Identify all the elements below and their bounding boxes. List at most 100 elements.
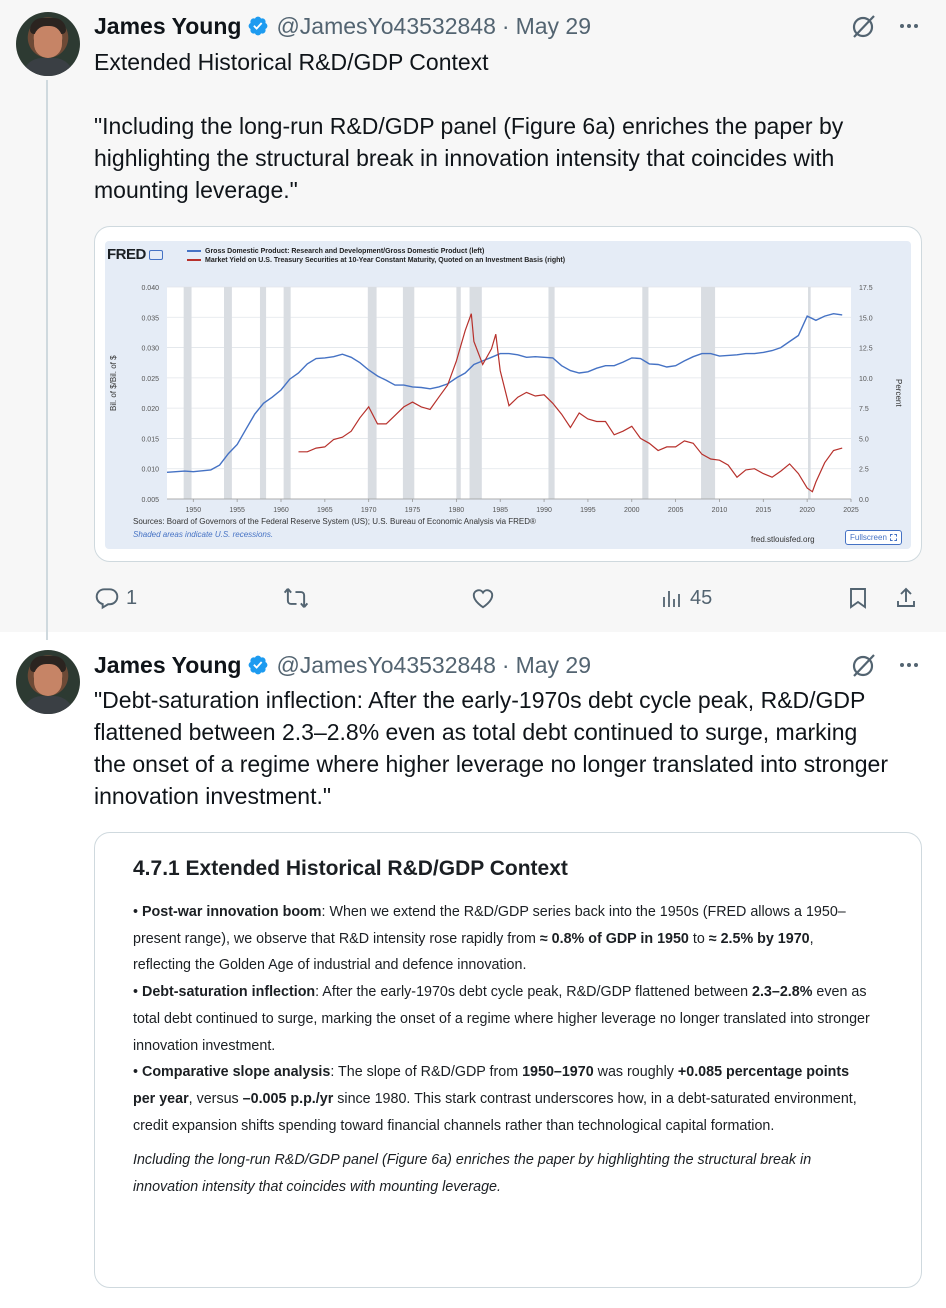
bookmark-button[interactable]: [846, 580, 870, 616]
document-image-card[interactable]: 4.7.1 Extended Historical R&D/GDP Contex…: [94, 832, 922, 1288]
right-axis-label: Percent: [894, 379, 903, 407]
x-tick-label: 1975: [405, 507, 421, 514]
fred-chart: 0.040 0.035 0.030 0.025 0.020 0.015 0.010 0.005…: [105, 241, 911, 549]
retweet-button[interactable]: [282, 580, 310, 616]
fred-graph-icon: [148, 249, 163, 260]
author-name[interactable]: James Young: [94, 652, 241, 679]
author-handle[interactable]: @JamesYo43532848: [276, 652, 495, 679]
legend-item-treasury-yield: Market Yield on U.S. Treasury Securities…: [205, 257, 566, 264]
like-button[interactable]: [470, 580, 496, 616]
left-tick-label: 0.005: [141, 497, 159, 504]
heart-icon: [472, 589, 494, 609]
plot-area: [167, 287, 851, 499]
recession-band: [808, 287, 811, 499]
analytics-icon: [663, 591, 680, 607]
grok-icon[interactable]: [850, 12, 878, 40]
avatar[interactable]: [16, 12, 80, 76]
view-count: 45: [690, 586, 713, 609]
thread-line: [46, 80, 48, 640]
right-tick-label: 5.0: [859, 436, 869, 443]
legend-item-rd-gdp: Gross Domestic Product: Research and Dev…: [205, 248, 485, 255]
recession-band: [224, 287, 232, 499]
verified-badge-icon: [247, 15, 269, 37]
x-tick-label: 2005: [668, 507, 684, 514]
fred-legend: Gross Domestic Product: Research and Dev…: [187, 247, 565, 265]
x-tick-label: 1980: [449, 507, 465, 514]
recession-band: [701, 287, 716, 499]
tweet-2[interactable]: James Young @JamesYo43532848 · May 29 "D…: [0, 624, 946, 1308]
recession-band: [456, 287, 461, 499]
doc-body: • Post-war innovation boom: When we exte…: [133, 899, 873, 1201]
fred-site-link[interactable]: fred.stlouisfed.org: [751, 535, 815, 544]
x-tick-label: 1995: [580, 507, 596, 514]
x-tick-label: 1950: [186, 507, 202, 514]
right-tick-label: 15.0: [859, 315, 873, 322]
more-options-icon[interactable]: [895, 12, 923, 40]
right-tick-label: 7.5: [859, 406, 869, 413]
chart-image-card[interactable]: 0.040 0.035 0.030 0.025 0.020 0.015 0.010 0.005…: [94, 226, 922, 562]
reply-button[interactable]: 1: [94, 580, 137, 616]
tweet-header: James Young @JamesYo43532848 · May 29: [94, 11, 591, 41]
doc-paragraph-1: • Post-war innovation boom: When we exte…: [133, 904, 846, 974]
fullscreen-icon: [889, 534, 897, 541]
x-tick-label: 1955: [229, 507, 245, 514]
fred-header: FRED: [107, 246, 163, 263]
thread-line-top: [46, 624, 48, 640]
left-tick-label: 0.025: [141, 376, 159, 383]
tweet-text: Extended Historical R&D/GDP Context "Inc…: [94, 46, 924, 206]
recession-band: [283, 287, 291, 499]
tweet-date[interactable]: May 29: [516, 652, 591, 679]
tweet-text-quote: "Including the long-run R&D/GDP panel (F…: [94, 113, 844, 203]
right-tick-label: 17.5: [859, 285, 873, 292]
left-tick-label: 0.015: [141, 436, 159, 443]
tweet-actions: 1 45: [94, 580, 924, 616]
x-tick-label: 2025: [843, 507, 859, 514]
tweet-header: James Young @JamesYo43532848 · May 29: [94, 650, 591, 680]
tweet-1[interactable]: James Young @JamesYo43532848 · May 29 Ex…: [0, 0, 946, 640]
avatar[interactable]: [16, 650, 80, 714]
x-tick-label: 1985: [492, 507, 508, 514]
retweet-icon: [283, 588, 309, 608]
x-tick-label: 1990: [536, 507, 552, 514]
doc-italic-note: Including the long-run R&D/GDP panel (Fi…: [133, 1152, 812, 1196]
left-tick-label: 0.040: [141, 285, 159, 292]
left-tick-label: 0.020: [141, 406, 159, 413]
x-tick-label: 2000: [624, 507, 640, 514]
author-name[interactable]: James Young: [94, 13, 241, 40]
bookmark-icon: [850, 588, 866, 609]
x-tick-label: 2010: [712, 507, 728, 514]
author-handle[interactable]: @JamesYo43532848: [276, 13, 495, 40]
recession-band: [183, 287, 192, 499]
right-tick-label: 2.5: [859, 467, 869, 474]
separator-dot: ·: [501, 651, 510, 678]
x-tick-label: 1970: [361, 507, 377, 514]
share-button[interactable]: [894, 580, 918, 616]
recession-band: [367, 287, 377, 499]
recession-band: [548, 287, 555, 499]
verified-badge-icon: [247, 654, 269, 676]
left-axis-label: Bil. of $/Bil. of $: [109, 355, 118, 411]
doc-paragraph-3: • Comparative slope analysis: The slope …: [133, 1064, 857, 1134]
recession-band: [259, 287, 267, 499]
x-tick-label: 2020: [799, 507, 815, 514]
left-tick-label: 0.030: [141, 346, 159, 353]
x-tick-label: 1965: [317, 507, 333, 514]
views-button[interactable]: 45: [660, 580, 712, 616]
x-tick-label: 1960: [273, 507, 289, 514]
more-options-icon[interactable]: [895, 651, 923, 679]
fullscreen-label: Fullscreen: [850, 533, 887, 542]
tweet-text-line1: Extended Historical R&D/GDP Context: [94, 49, 489, 75]
separator-dot: ·: [501, 12, 510, 39]
tweet-text: "Debt-saturation inflection: After the e…: [94, 687, 888, 809]
right-tick-label: 10.0: [859, 376, 873, 383]
fullscreen-button[interactable]: Fullscreen: [845, 530, 902, 545]
doc-title: 4.7.1 Extended Historical R&D/GDP Contex…: [133, 857, 568, 880]
grok-icon[interactable]: [850, 651, 878, 679]
left-tick-label: 0.035: [141, 315, 159, 322]
right-tick-label: 0.0: [859, 497, 869, 504]
recession-note: Shaded areas indicate U.S. recessions.: [133, 530, 274, 539]
tweet-date[interactable]: May 29: [516, 13, 591, 40]
recession-band: [402, 287, 415, 499]
reply-count: 1: [126, 586, 138, 609]
fred-logo: FRED: [107, 246, 146, 263]
